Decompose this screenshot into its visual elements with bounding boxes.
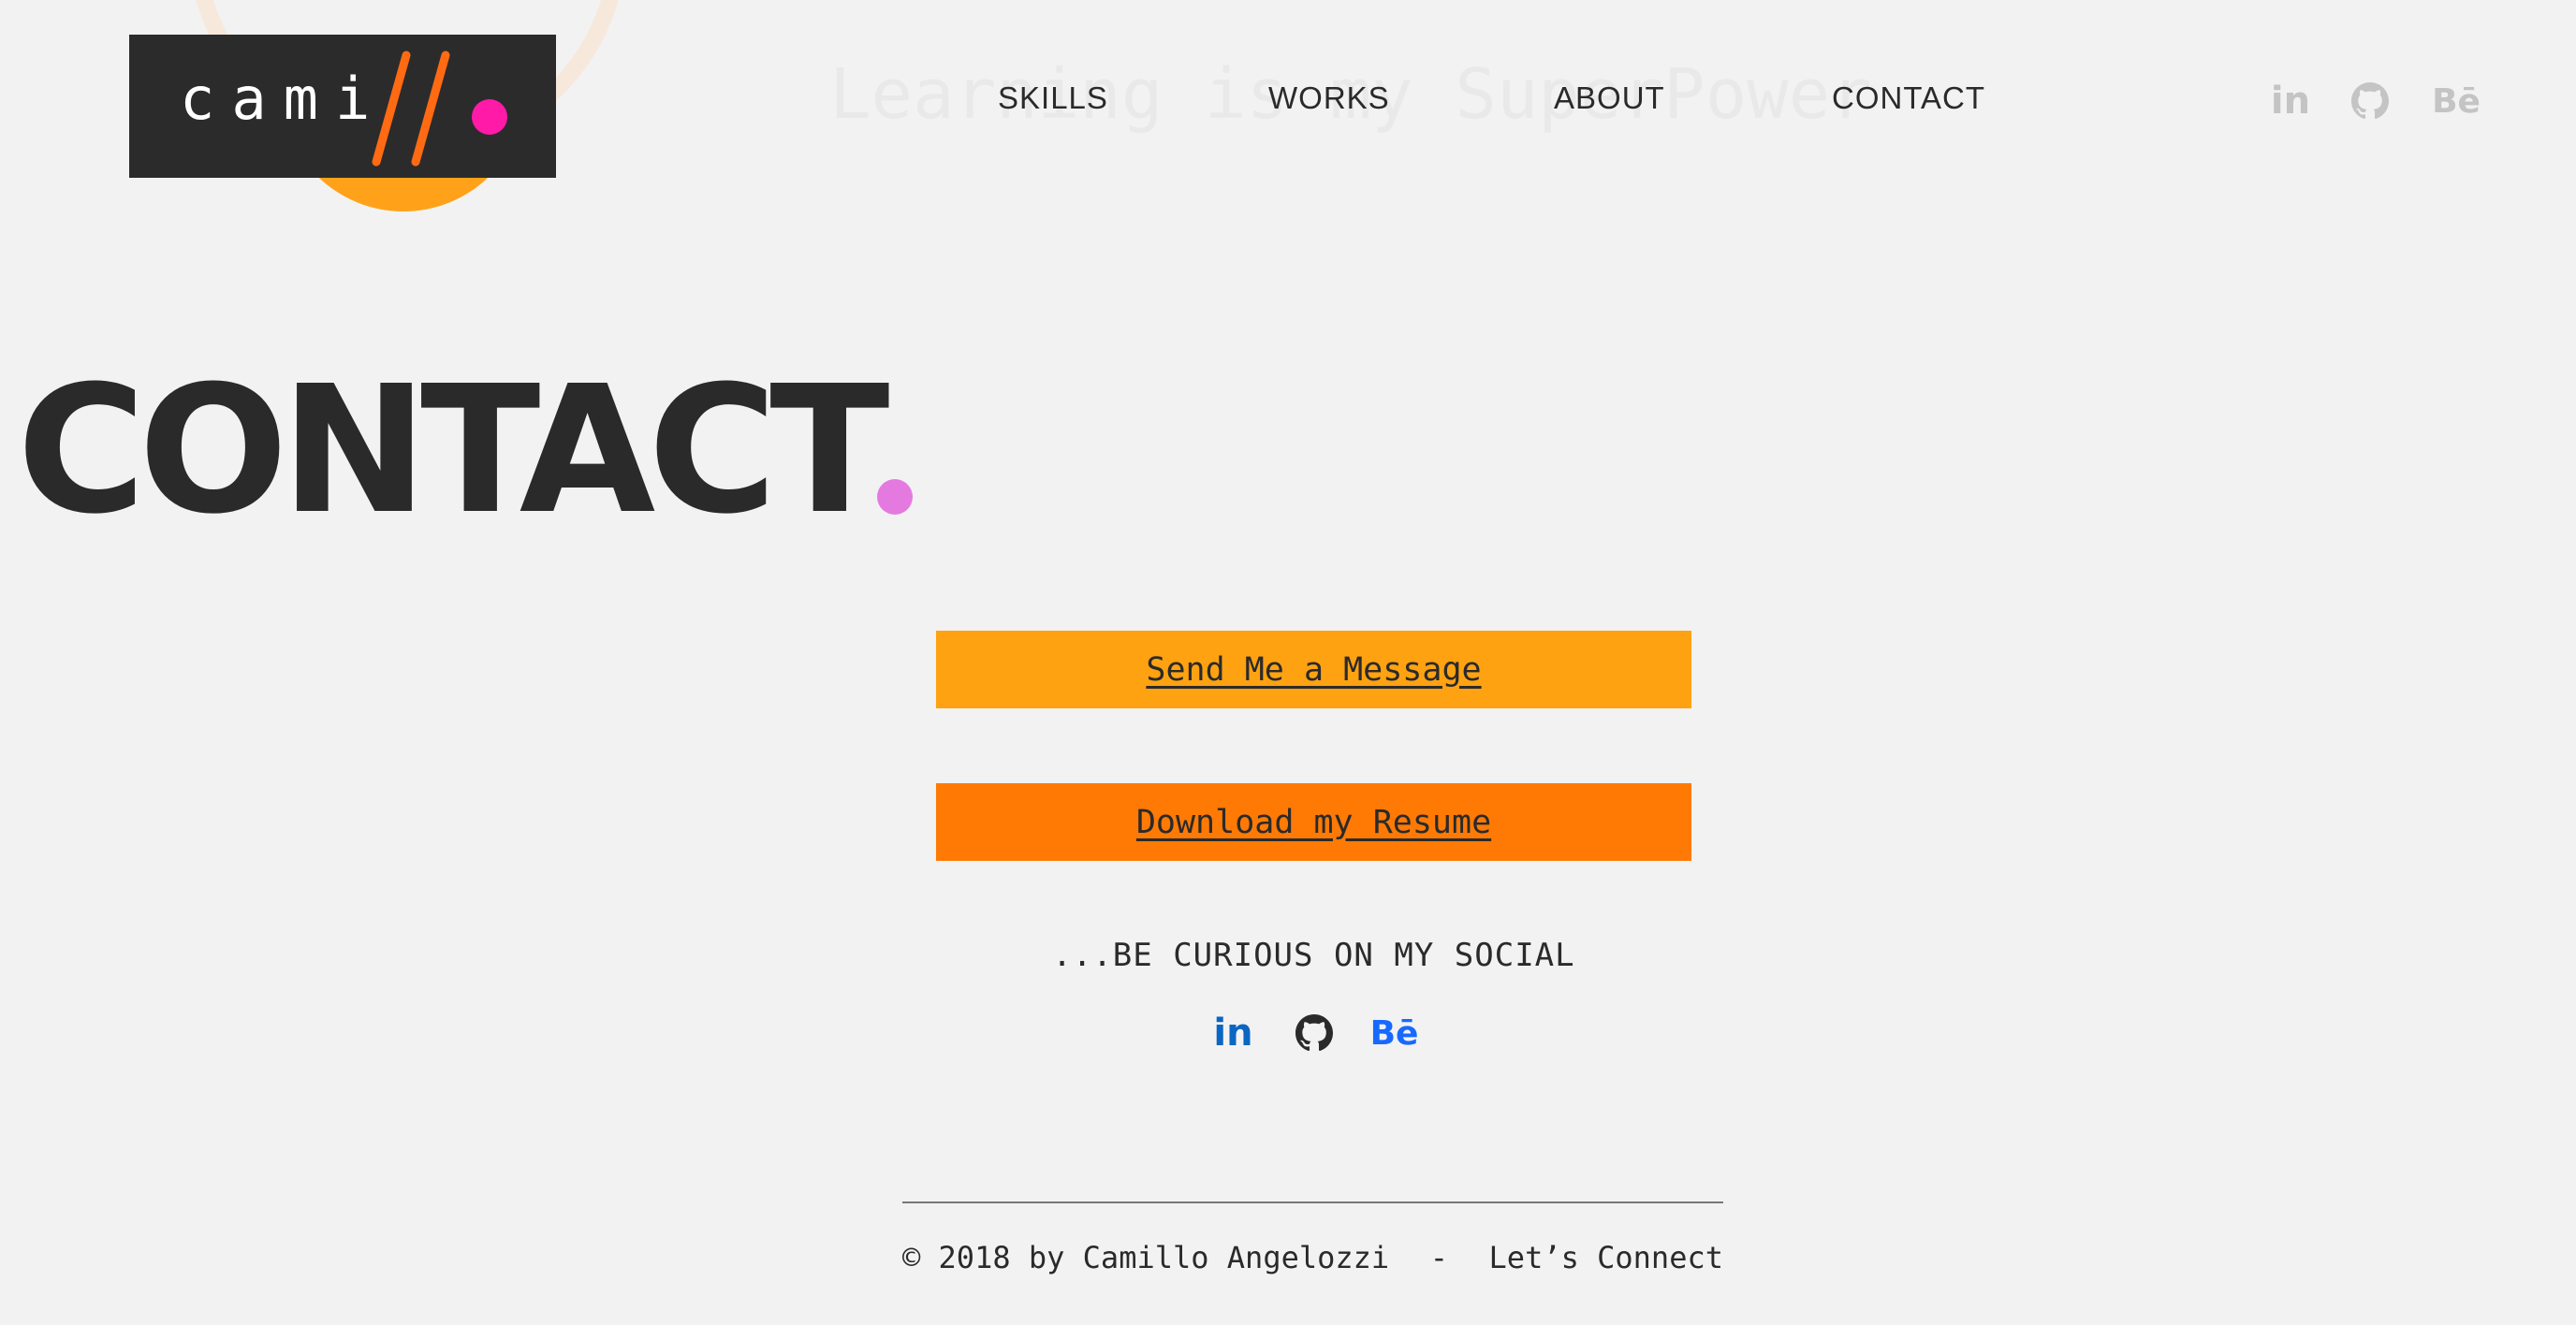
footer-divider (902, 1201, 1723, 1203)
linkedin-link[interactable]: in (1209, 1009, 1258, 1057)
github-icon (2351, 82, 2389, 120)
logo-text: cami (180, 65, 388, 133)
lets-connect-link[interactable]: Let’s Connect (1489, 1243, 1723, 1273)
page-title: CONTACT (17, 348, 889, 553)
nav-item-about[interactable]: ABOUT (1554, 82, 1665, 113)
behance-icon: Bē (1369, 1013, 1419, 1053)
nav-item-contact[interactable]: CONTACT (1832, 82, 1985, 113)
footer-copyright: © 2018 by Camillo Angelozzi (902, 1240, 1390, 1275)
logo-dot (472, 99, 507, 135)
linkedin-icon: in (2270, 80, 2311, 123)
behance-icon: Bē (2432, 81, 2481, 121)
site-logo[interactable]: cami (129, 35, 556, 178)
title-dot (877, 479, 913, 515)
behance-link[interactable]: Bē (1370, 1009, 1419, 1057)
header-behance-link[interactable]: Bē (2432, 77, 2481, 125)
social-links: in Bē (936, 1009, 1691, 1057)
logo-slashes-icon (372, 51, 450, 167)
header-github-link[interactable] (2346, 77, 2394, 125)
send-message-button[interactable]: Send Me a Message (936, 631, 1691, 708)
nav-item-works[interactable]: WORKS (1268, 82, 1390, 113)
footer-separator: - (1429, 1240, 1448, 1275)
github-icon (1295, 1014, 1333, 1052)
social-heading: ...BE CURIOUS ON MY SOCIAL (1052, 937, 1575, 974)
header-linkedin-link[interactable]: in (2266, 77, 2315, 125)
download-resume-button[interactable]: Download my Resume (936, 783, 1691, 861)
nav-item-skills[interactable]: SKILLS (998, 82, 1108, 113)
linkedin-icon: in (1213, 1012, 1253, 1055)
github-link[interactable] (1290, 1009, 1339, 1057)
footer: © 2018 by Camillo Angelozzi - Let’s Conn… (902, 1243, 1723, 1273)
